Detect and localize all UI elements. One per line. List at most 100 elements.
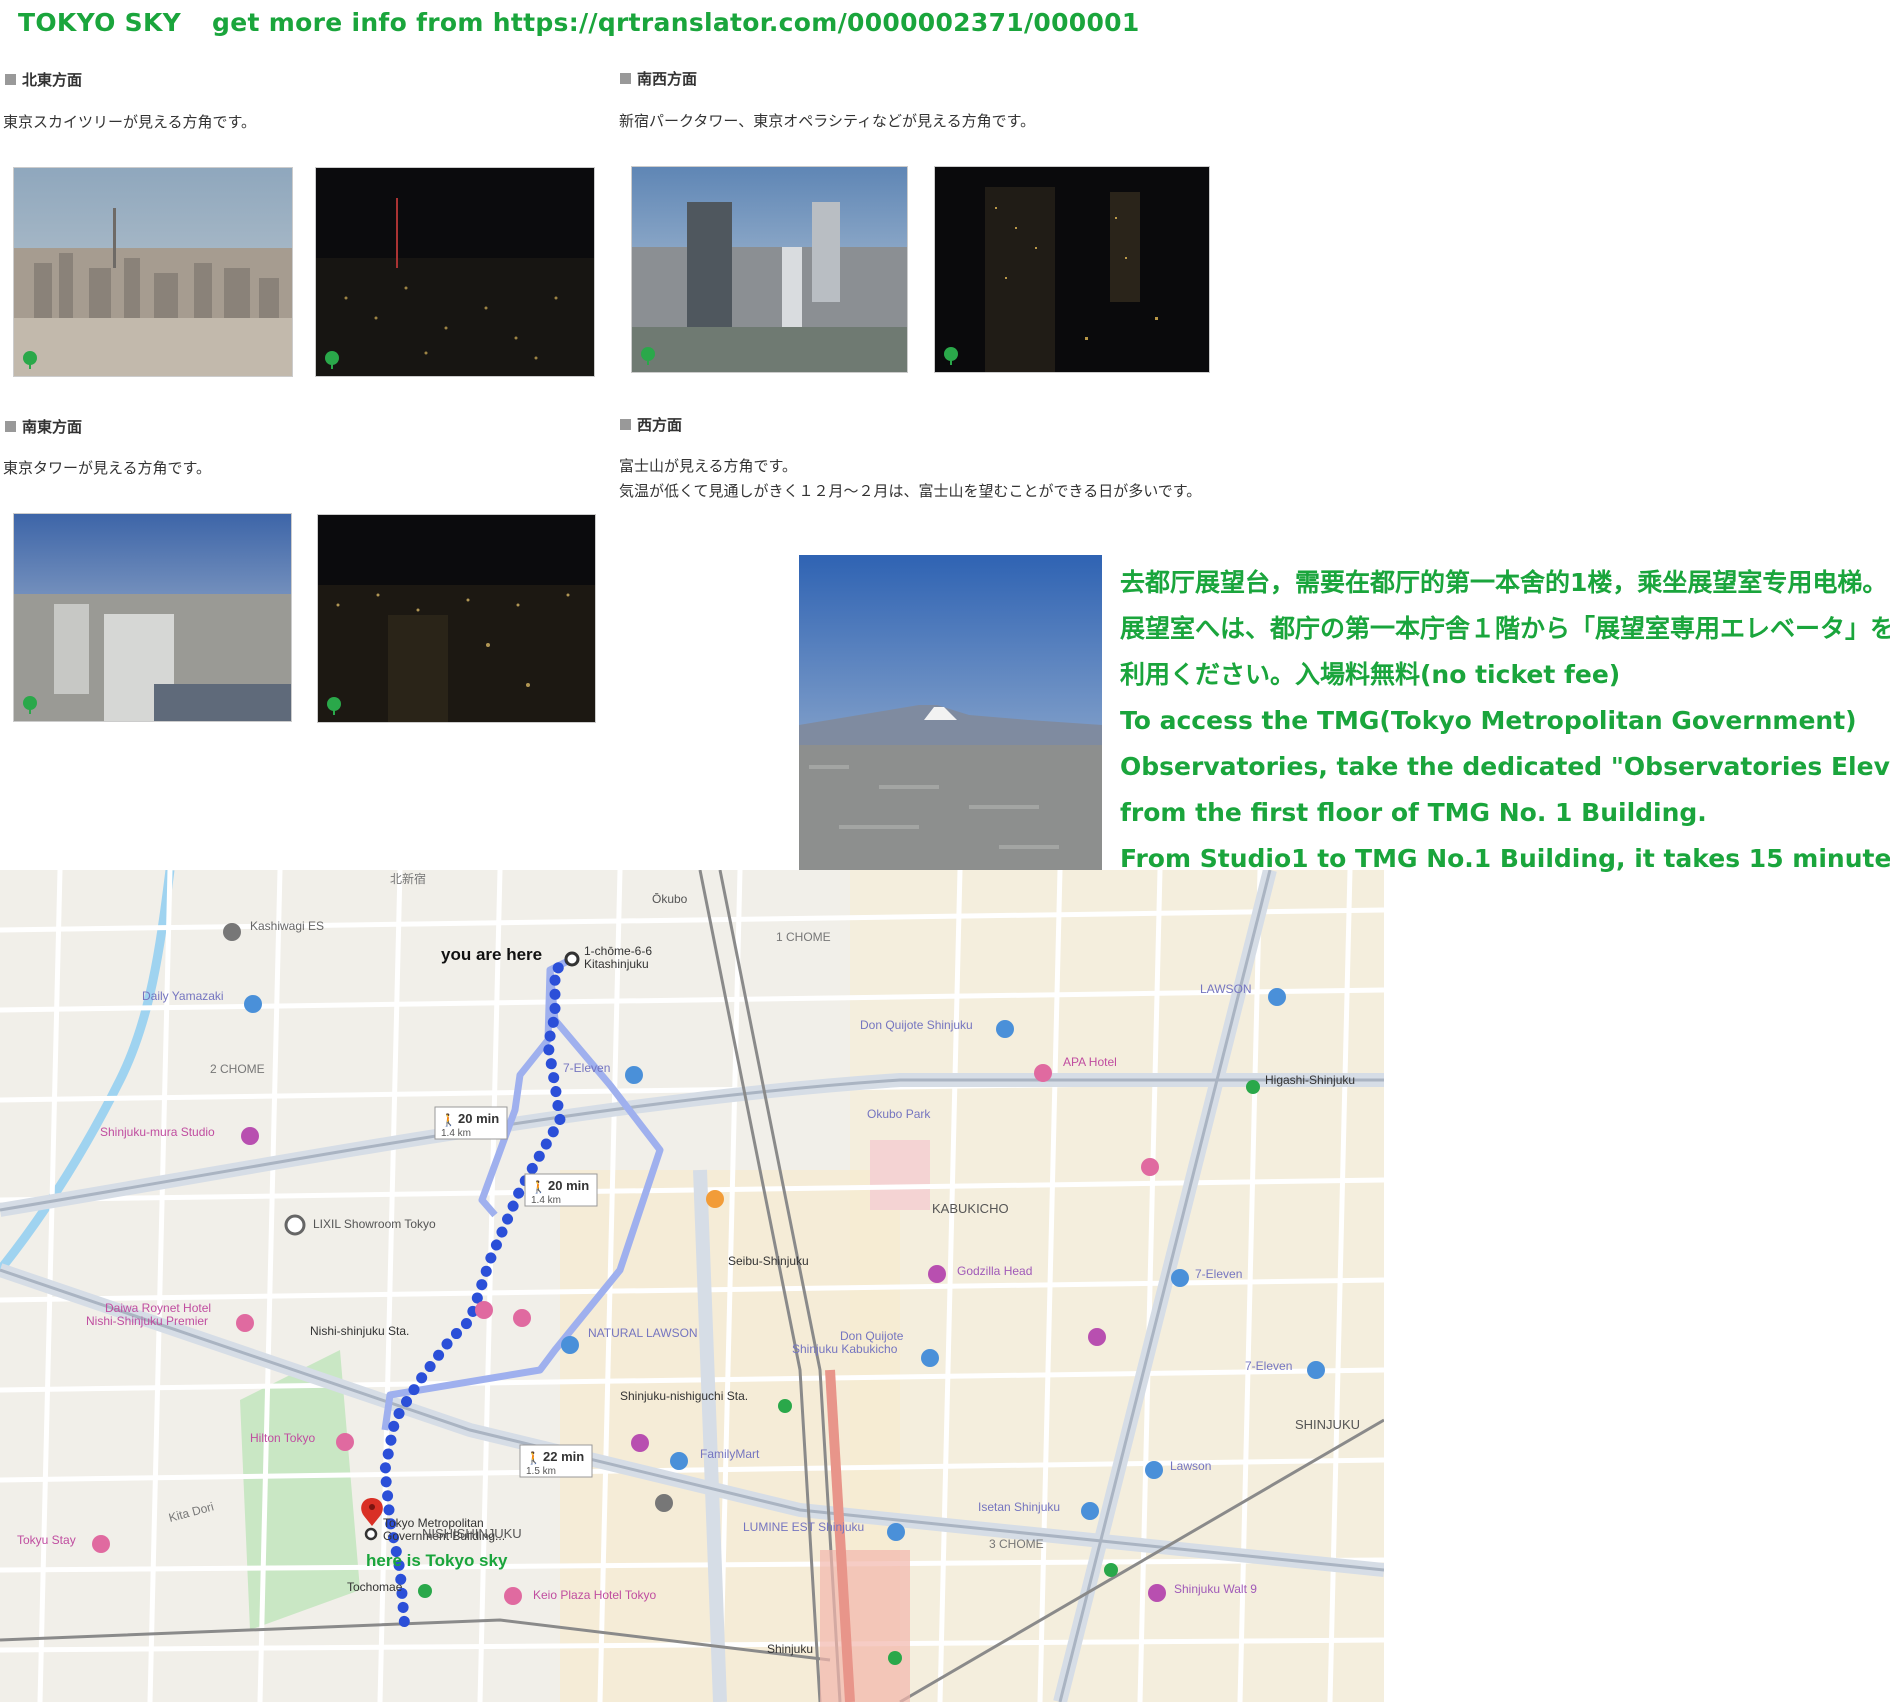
svg-text:20 min: 20 min bbox=[458, 1111, 499, 1126]
store-icon bbox=[561, 1336, 579, 1354]
store-icon bbox=[1081, 1502, 1099, 1520]
studio-icon bbox=[241, 1127, 259, 1145]
store-icon bbox=[244, 995, 262, 1013]
photo-southeast-night bbox=[317, 514, 596, 723]
svg-text:APA Hotel: APA Hotel bbox=[1063, 1055, 1117, 1069]
hotel-icon bbox=[92, 1535, 110, 1553]
svg-text:NATURAL LAWSON: NATURAL LAWSON bbox=[588, 1326, 698, 1340]
svg-text:Seibu-Shinjuku: Seibu-Shinjuku bbox=[728, 1254, 809, 1268]
here-is-tokyo-sky-label: here is Tokyo sky bbox=[366, 1551, 508, 1570]
svg-text:Kitashinjuku: Kitashinjuku bbox=[584, 957, 649, 971]
section-desc-west: 富士山が見える方角です。 気温が低くて見通しがきく１２月～２月は、富士山を望むこ… bbox=[619, 457, 1202, 500]
bullet-square-icon bbox=[620, 419, 631, 430]
svg-text:1 CHOME: 1 CHOME bbox=[776, 930, 831, 944]
poi-icon bbox=[1148, 1584, 1166, 1602]
svg-text:1.5 km: 1.5 km bbox=[526, 1466, 556, 1477]
svg-text:FamilyMart: FamilyMart bbox=[700, 1447, 760, 1461]
page-title: TOKYO SKY bbox=[18, 8, 182, 37]
svg-text:7-Eleven: 7-Eleven bbox=[1195, 1267, 1242, 1281]
tree-icon bbox=[418, 1584, 432, 1598]
svg-text:🚶: 🚶 bbox=[526, 1451, 541, 1465]
restaurant-icon bbox=[706, 1190, 724, 1208]
hotel-icon bbox=[504, 1587, 522, 1605]
store-icon bbox=[996, 1020, 1014, 1038]
tree-icon bbox=[325, 351, 339, 369]
tree-icon bbox=[23, 696, 37, 714]
tree-icon bbox=[1246, 1080, 1260, 1094]
svg-text:Hilton Tokyo: Hilton Tokyo bbox=[250, 1431, 315, 1445]
info-line-ja-1: 展望室へは、都庁の第一本庁舎１階から「展望室専用エレベータ」をご bbox=[1120, 614, 1890, 643]
svg-text:LIXIL Showroom Tokyo: LIXIL Showroom Tokyo bbox=[313, 1217, 436, 1231]
photo-southeast-day bbox=[13, 513, 292, 722]
route-badge-1[interactable]: 🚶 20 min 1.4 km bbox=[434, 1106, 508, 1140]
bullet-square-icon bbox=[5, 74, 16, 85]
poi-icon bbox=[655, 1494, 673, 1512]
svg-text:Shinjuku Kabukicho: Shinjuku Kabukicho bbox=[792, 1342, 898, 1356]
svg-text:Shinjuku-nishiguchi Sta.: Shinjuku-nishiguchi Sta. bbox=[620, 1389, 748, 1403]
poi-icon bbox=[1088, 1328, 1106, 1346]
info-line-zh: 去都厅展望台，需要在都厅的第一本舍的1楼，乘坐展望室专用电梯。 bbox=[1120, 568, 1888, 597]
svg-text:Okubo Park: Okubo Park bbox=[867, 1107, 931, 1121]
section-desc-southeast: 東京タワーが見える方角です。 bbox=[3, 459, 212, 477]
you-are-here-label: you are here bbox=[441, 945, 542, 964]
svg-text:20 min: 20 min bbox=[548, 1178, 589, 1193]
poi-icon bbox=[928, 1265, 946, 1283]
info-line-en-1: To access the TMG(Tokyo Metropolitan Gov… bbox=[1120, 706, 1857, 735]
svg-text:🚶: 🚶 bbox=[441, 1113, 456, 1127]
page-header: TOKYO SKY get more info from https://qrt… bbox=[18, 8, 1162, 37]
info-line-ja-2: 利用ください。入場料無料(no ticket fee) bbox=[1120, 660, 1621, 689]
svg-text:Daiwa Roynet Hotel: Daiwa Roynet Hotel bbox=[105, 1301, 211, 1315]
svg-text:7-Eleven: 7-Eleven bbox=[563, 1061, 610, 1075]
photo-southwest-day bbox=[631, 166, 908, 373]
photo-northeast-night bbox=[315, 167, 595, 377]
svg-text:Don Quijote Shinjuku: Don Quijote Shinjuku bbox=[860, 1018, 973, 1032]
svg-text:LUMINE EST Shinjuku: LUMINE EST Shinjuku bbox=[743, 1520, 864, 1534]
bullet-square-icon bbox=[5, 421, 16, 432]
info-line-en-2: Observatories, take the dedicated "Obser… bbox=[1120, 752, 1890, 781]
hotel-icon bbox=[475, 1301, 493, 1319]
svg-text:LAWSON: LAWSON bbox=[1200, 982, 1252, 996]
svg-text:Nishi-Shinjuku Premier: Nishi-Shinjuku Premier bbox=[86, 1314, 208, 1328]
section-desc-northeast: 東京スカイツリーが見える方角です。 bbox=[3, 113, 257, 131]
tree-icon bbox=[327, 697, 341, 715]
start-marker[interactable] bbox=[564, 951, 580, 967]
route-badge-3[interactable]: 🚶 22 min 1.5 km bbox=[519, 1444, 593, 1478]
store-icon bbox=[625, 1066, 643, 1084]
svg-text:Shinjuku: Shinjuku bbox=[767, 1642, 813, 1656]
svg-text:NISHISHINJUKU: NISHISHINJUKU bbox=[422, 1526, 522, 1541]
svg-text:SHINJUKU: SHINJUKU bbox=[1295, 1417, 1360, 1432]
tree-icon bbox=[944, 347, 958, 365]
store-icon bbox=[670, 1452, 688, 1470]
svg-text:KABUKICHO: KABUKICHO bbox=[932, 1201, 1009, 1216]
svg-text:Godzilla Head: Godzilla Head bbox=[957, 1264, 1032, 1278]
svg-text:2 CHOME: 2 CHOME bbox=[210, 1062, 265, 1076]
tree-icon bbox=[778, 1399, 792, 1413]
store-icon bbox=[1145, 1461, 1163, 1479]
tree-icon bbox=[1104, 1563, 1118, 1577]
svg-text:北新宿: 北新宿 bbox=[390, 871, 426, 886]
photo-west-fuji bbox=[799, 555, 1102, 870]
svg-text:Shinjuku-mura Studio: Shinjuku-mura Studio bbox=[100, 1125, 215, 1139]
svg-text:Shinjuku Walt 9: Shinjuku Walt 9 bbox=[1174, 1582, 1257, 1596]
store-icon bbox=[1268, 988, 1286, 1006]
svg-text:1.4 km: 1.4 km bbox=[441, 1128, 471, 1139]
svg-text:1-chōme-6-6: 1-chōme-6-6 bbox=[584, 944, 652, 958]
photo-southwest-night bbox=[934, 166, 1210, 373]
tree-icon bbox=[888, 1651, 902, 1665]
svg-text:Tokyu Stay: Tokyu Stay bbox=[17, 1533, 76, 1547]
section-title-northeast: 北東方面 bbox=[5, 69, 82, 90]
hotel-icon bbox=[513, 1309, 531, 1327]
section-title-west: 西方面 bbox=[620, 414, 682, 435]
svg-text:3 CHOME: 3 CHOME bbox=[989, 1537, 1044, 1551]
route-map[interactable]: you are here 1-chōme-6-6 Kitashinjuku To… bbox=[0, 870, 1384, 1702]
hotel-icon bbox=[236, 1314, 254, 1332]
svg-text:Tochomae: Tochomae bbox=[347, 1580, 403, 1594]
route-badge-2[interactable]: 🚶 20 min 1.4 km bbox=[524, 1173, 598, 1207]
hotel-icon bbox=[1034, 1064, 1052, 1082]
section-title-southwest: 南西方面 bbox=[620, 68, 697, 89]
svg-text:Kashiwagi ES: Kashiwagi ES bbox=[250, 919, 324, 933]
svg-text:Ōkubo: Ōkubo bbox=[652, 892, 688, 906]
bullet-square-icon bbox=[620, 73, 631, 84]
info-link[interactable]: get more info from https://qrtranslator.… bbox=[212, 8, 1140, 37]
store-icon bbox=[1307, 1361, 1325, 1379]
